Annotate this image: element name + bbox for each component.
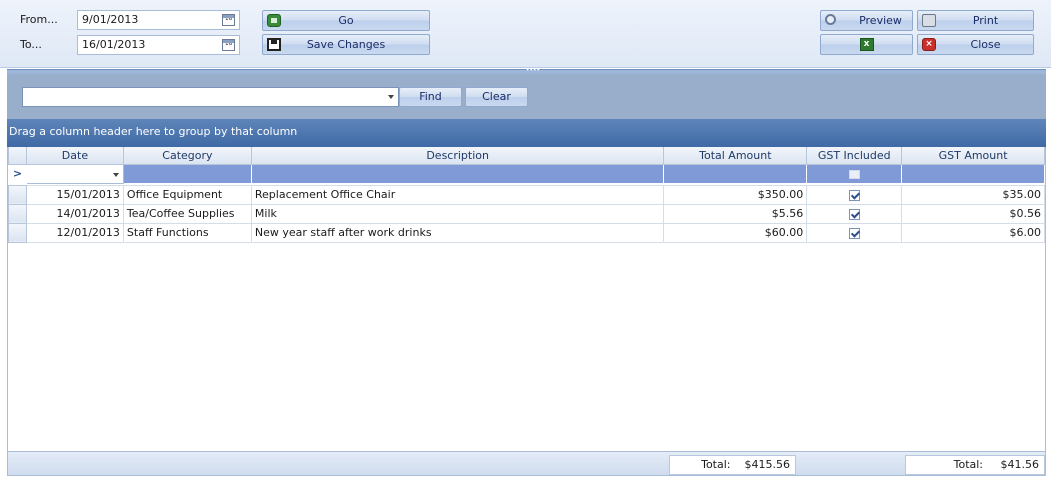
category-cell[interactable]: Tea/Coffee Supplies <box>122 203 252 224</box>
table-row[interactable]: 14/01/2013 Tea/Coffee Supplies Milk $5.5… <box>8 203 1045 224</box>
magnifier-icon <box>825 14 836 25</box>
category-filter-cell[interactable] <box>122 163 252 184</box>
total-amount-cell[interactable]: $350.00 <box>663 184 808 205</box>
gst-amount-filter-cell[interactable] <box>901 163 1045 184</box>
clear-button-label: Clear <box>482 90 511 103</box>
floppy-disk-icon <box>267 38 281 51</box>
grid-footer: Total: $415.56 Total: $41.56 <box>7 451 1046 476</box>
from-date-field[interactable]: 9/01/2013 18 <box>77 10 240 30</box>
column-header-total-amount[interactable]: Total Amount <box>663 147 808 165</box>
date-cell[interactable]: 15/01/2013 <box>25 184 124 205</box>
to-label: To... <box>20 38 42 51</box>
save-changes-button[interactable]: Save Changes <box>262 34 430 55</box>
save-changes-label: Save Changes <box>306 38 386 51</box>
table-row[interactable]: 15/01/2013 Office Equipment Replacement … <box>8 184 1045 205</box>
search-input[interactable] <box>22 87 399 107</box>
calendar-icon[interactable]: 18 <box>222 14 235 26</box>
description-cell[interactable]: New year staff after work drinks <box>250 222 665 243</box>
go-button-label: Go <box>338 14 354 27</box>
gst-included-cell[interactable] <box>806 222 903 243</box>
row-selector[interactable] <box>8 222 27 243</box>
filter-row-indicator: > <box>8 163 27 184</box>
gst-amount-cell[interactable]: $6.00 <box>901 222 1045 243</box>
to-date-value: 16/01/2013 <box>82 38 146 51</box>
close-icon: × <box>922 38 936 51</box>
gst-amount-summary: Total: $41.56 <box>905 455 1045 475</box>
total-amount-filter-cell[interactable] <box>663 163 808 184</box>
from-date-value: 9/01/2013 <box>82 13 139 26</box>
column-header-description[interactable]: Description <box>250 147 665 165</box>
description-cell[interactable]: Replacement Office Chair <box>250 184 665 205</box>
go-icon <box>267 14 281 27</box>
gst-included-cell[interactable] <box>806 203 903 224</box>
row-selector[interactable] <box>8 203 27 224</box>
find-button-label: Find <box>419 90 442 103</box>
checkbox-filter-icon[interactable] <box>848 169 860 179</box>
clear-button[interactable]: Clear <box>465 87 528 107</box>
row-selector-header <box>8 147 27 165</box>
preview-button-label: Preview <box>859 14 902 27</box>
to-date-field[interactable]: 16/01/2013 18 <box>77 35 240 55</box>
column-header-date[interactable]: Date <box>25 147 124 165</box>
filter-row: > <box>8 163 1045 184</box>
total-amount-cell[interactable]: $60.00 <box>663 222 808 243</box>
expenses-grid: Date Category Description Total Amount G… <box>7 147 1046 475</box>
total-label: Total: <box>701 458 731 471</box>
column-header-category[interactable]: Category <box>122 147 252 165</box>
row-selector[interactable] <box>8 184 27 205</box>
date-cell[interactable]: 14/01/2013 <box>25 203 124 224</box>
gst-included-filter-cell[interactable] <box>806 163 903 184</box>
chevron-down-icon[interactable] <box>112 172 119 177</box>
description-cell[interactable]: Milk <box>250 203 665 224</box>
gst-included-checkbox[interactable] <box>848 227 860 239</box>
close-button-label: Close <box>970 38 1001 51</box>
total-amount-value: $415.56 <box>744 458 791 471</box>
preview-button[interactable]: Preview <box>820 10 913 31</box>
close-button[interactable]: × Close <box>917 34 1034 55</box>
gst-included-checkbox[interactable] <box>848 189 860 201</box>
print-button-label: Print <box>972 14 999 27</box>
toolbar: From... 9/01/2013 18 To... 16/01/2013 18… <box>0 0 1051 68</box>
search-panel: Find Clear <box>7 74 1046 119</box>
printer-icon <box>922 14 936 27</box>
date-cell[interactable]: 12/01/2013 <box>25 222 124 243</box>
total-amount-cell[interactable]: $5.56 <box>663 203 808 224</box>
export-excel-button[interactable]: x <box>820 34 913 55</box>
gst-total-label: Total: <box>953 458 984 471</box>
find-button[interactable]: Find <box>399 87 462 107</box>
from-label: From... <box>20 13 58 26</box>
category-cell[interactable]: Office Equipment <box>122 184 252 205</box>
print-button[interactable]: Print <box>917 10 1034 31</box>
date-filter-dropdown[interactable] <box>25 163 124 184</box>
expenses-table: Date Category Description Total Amount G… <box>8 147 1045 243</box>
splitter-grip-icon[interactable]: •••• <box>525 68 541 74</box>
column-header-gst-included[interactable]: GST Included <box>806 147 903 165</box>
description-filter-cell[interactable] <box>250 163 665 184</box>
gst-amount-cell[interactable]: $0.56 <box>901 203 1045 224</box>
calendar-icon[interactable]: 18 <box>222 39 235 51</box>
total-amount-summary: Total: $415.56 <box>669 455 796 475</box>
gst-amount-cell[interactable]: $35.00 <box>901 184 1045 205</box>
column-header-gst-amount[interactable]: GST Amount <box>901 147 1045 165</box>
excel-icon: x <box>859 38 874 51</box>
go-button[interactable]: Go <box>262 10 430 31</box>
gst-included-cell[interactable] <box>806 184 903 205</box>
column-header-row: Date Category Description Total Amount G… <box>8 147 1045 165</box>
gst-total-amount-value: $41.56 <box>1000 458 1040 471</box>
chevron-down-icon[interactable] <box>388 95 394 99</box>
group-by-panel[interactable]: Drag a column header here to group by th… <box>7 119 1046 147</box>
gst-included-checkbox[interactable] <box>848 208 860 220</box>
category-cell[interactable]: Staff Functions <box>122 222 252 243</box>
table-row[interactable]: 12/01/2013 Staff Functions New year staf… <box>8 222 1045 243</box>
